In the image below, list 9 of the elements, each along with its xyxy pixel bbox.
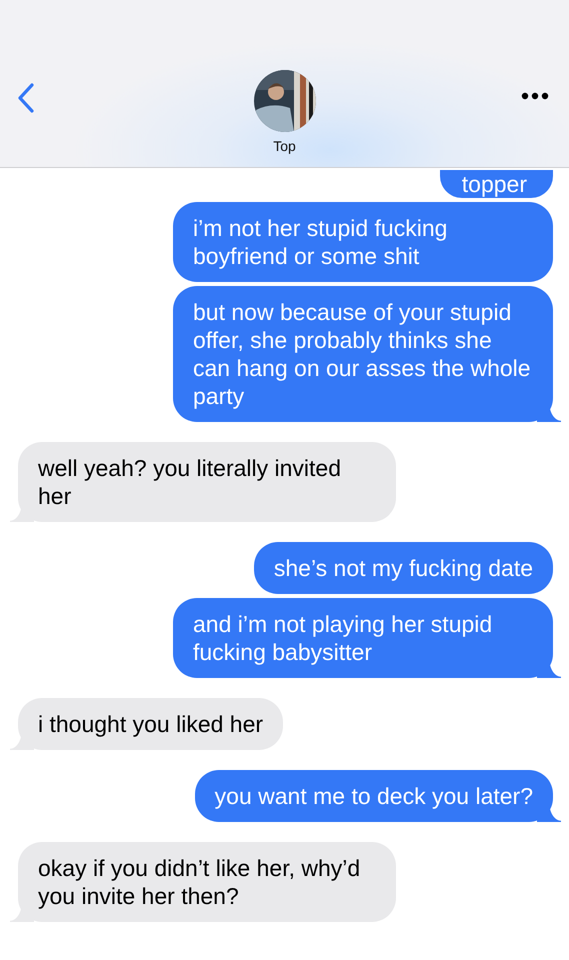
received-message: okay if you didn’t like her, why’d you invite her then? [10,842,396,922]
sent-message: you want me to deck you later? [194,770,561,822]
sent-message: and i’m not playing her stupid fucking babysitter [173,598,561,678]
sent-message: but now because of your stupid offer, she probably thinks she can hang on our asses the whole party [173,286,561,422]
more-icon[interactable] [521,92,549,100]
back-icon[interactable] [16,82,36,114]
received-message: well yeah? you literally invited her [10,442,396,522]
contact-name: Top [273,138,296,154]
received-message: i thought you liked her [10,698,284,750]
